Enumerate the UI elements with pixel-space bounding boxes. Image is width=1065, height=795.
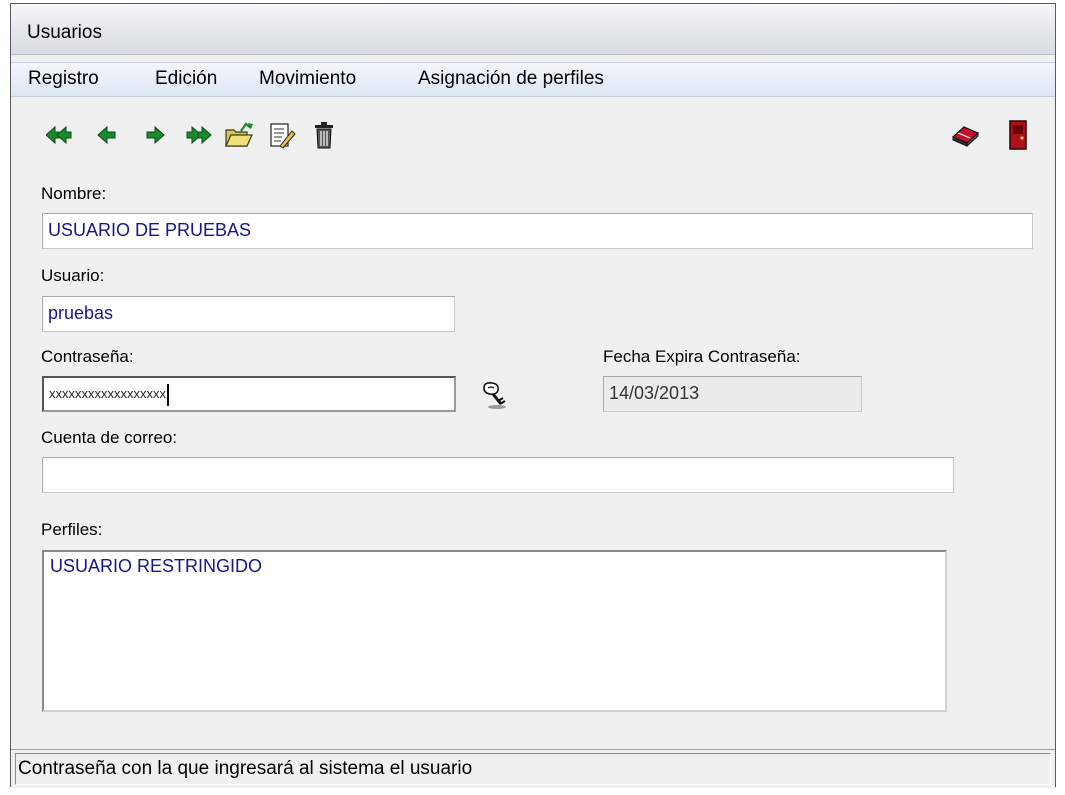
password-key-icon (483, 382, 506, 409)
eraser-icon (951, 126, 980, 147)
correo-field[interactable] (42, 457, 954, 493)
edit-document-icon (270, 123, 296, 149)
nombre-label: Nombre: (41, 184, 107, 203)
contrasena-masked-value: xxxxxxxxxxxxxxxxxx (49, 386, 166, 401)
usuario-field[interactable]: pruebas (42, 296, 455, 332)
list-item[interactable]: USUARIO RESTRINGIDO (50, 556, 939, 577)
fecha-expira-label: Fecha Expira Contraseña: (603, 347, 801, 366)
last-record-icon (186, 126, 212, 144)
fecha-expira-field: 14/03/2013 (603, 376, 862, 412)
next-record-button[interactable] (139, 119, 171, 151)
show-password-button[interactable] (481, 380, 511, 410)
status-bar: Contraseña con la que ingresará al siste… (11, 749, 1055, 788)
perfiles-label: Perfiles: (41, 520, 103, 539)
usuarios-window: Usuarios Registro Edición Movimiento Asi… (10, 3, 1056, 788)
open-folder-icon (225, 122, 253, 147)
menu-registro[interactable]: Registro (28, 68, 99, 90)
usuario-label: Usuario: (41, 266, 105, 285)
trash-icon (315, 122, 333, 149)
menu-bar: Registro Edición Movimiento Asignación d… (11, 62, 1055, 97)
edit-document-button[interactable] (266, 119, 298, 151)
previous-record-button[interactable] (91, 119, 123, 151)
exit-door-icon (1009, 120, 1027, 150)
first-record-icon (46, 126, 72, 144)
perfiles-listbox[interactable]: USUARIO RESTRINGIDO (42, 550, 947, 712)
exit-button[interactable] (1002, 119, 1034, 151)
toolbar (11, 109, 1055, 159)
delete-button[interactable] (308, 119, 340, 151)
contrasena-field[interactable]: xxxxxxxxxxxxxxxxxx (42, 376, 456, 412)
open-folder-button[interactable] (223, 119, 255, 151)
clear-button[interactable] (949, 119, 981, 151)
status-text: Contraseña con la que ingresará al siste… (15, 753, 1051, 785)
previous-record-icon (97, 126, 116, 144)
next-record-icon (146, 126, 165, 144)
last-record-button[interactable] (183, 119, 215, 151)
menu-edicion[interactable]: Edición (155, 68, 217, 90)
menu-movimiento[interactable]: Movimiento (259, 68, 356, 90)
menu-asignacion-perfiles[interactable]: Asignación de perfiles (418, 68, 604, 90)
first-record-button[interactable] (43, 119, 75, 151)
nombre-field[interactable]: USUARIO DE PRUEBAS (42, 213, 1033, 249)
correo-label: Cuenta de correo: (41, 428, 178, 447)
window-title: Usuarios (27, 22, 102, 43)
title-bar[interactable]: Usuarios (11, 4, 1055, 55)
contrasena-label: Contraseña: (41, 347, 134, 366)
text-caret (167, 384, 169, 407)
